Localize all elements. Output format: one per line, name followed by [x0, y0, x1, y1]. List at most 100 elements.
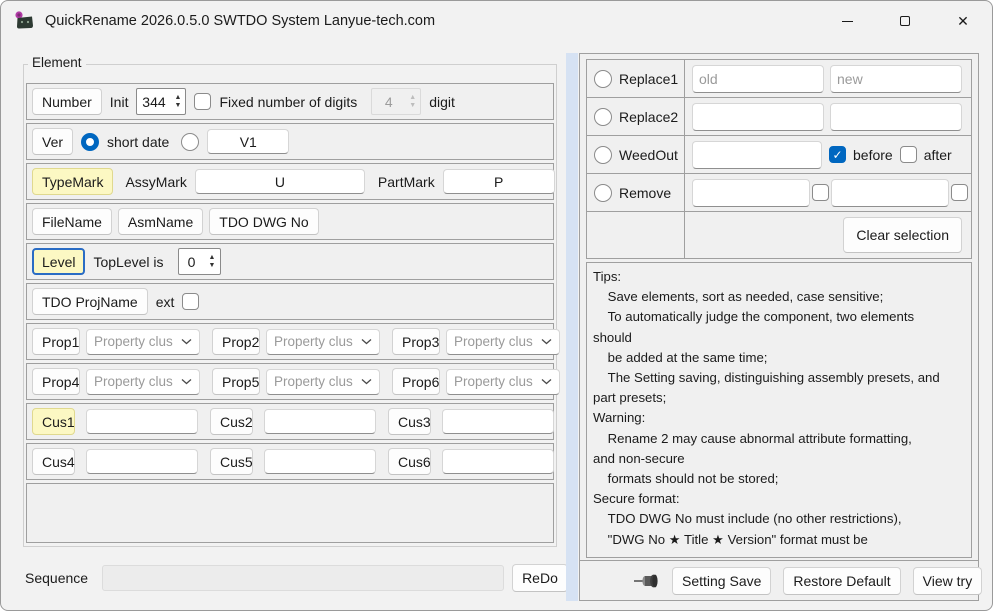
remove-cell: Remove — [587, 174, 685, 211]
number-button[interactable]: Number — [32, 88, 102, 115]
restore-default-button[interactable]: Restore Default — [783, 567, 900, 595]
spin-up-icon[interactable]: ▲ — [209, 254, 216, 261]
clear-cell-right: Clear selection — [685, 212, 971, 258]
prop-row-1: Prop1 Property clus Prop2 Property clus … — [26, 323, 554, 360]
cus6-input[interactable] — [442, 449, 554, 474]
cus5-button[interactable]: Cus5 — [210, 448, 253, 475]
init-value-input[interactable] — [137, 89, 170, 114]
pin-icon[interactable] — [634, 573, 660, 589]
cus-row-1: Cus1 Cus2 Cus3 — [26, 403, 554, 440]
minimize-icon — [842, 21, 853, 22]
chevron-down-icon — [181, 338, 192, 345]
remove-label: Remove — [619, 185, 671, 201]
level-button[interactable]: Level — [32, 248, 85, 275]
fixed-digits-label: Fixed number of digits — [219, 94, 357, 110]
replace1-old-input[interactable] — [692, 65, 824, 93]
remove-radio[interactable] — [594, 184, 612, 202]
tdo-dwg-no-button[interactable]: TDO DWG No — [209, 208, 318, 235]
name-row: FileName AsmName TDO DWG No — [26, 203, 554, 240]
prop2-button[interactable]: Prop2 — [212, 328, 260, 355]
prop6-button[interactable]: Prop6 — [392, 368, 440, 395]
right-panel: Replace1 Replace2 — [579, 53, 979, 601]
assymark-input[interactable] — [195, 169, 365, 194]
ext-checkbox[interactable] — [182, 293, 199, 310]
prop1-combobox[interactable]: Property clus — [86, 329, 200, 355]
setting-save-button[interactable]: Setting Save — [672, 567, 771, 595]
custom-version-radio[interactable] — [181, 133, 199, 151]
prop6-combobox[interactable]: Property clus — [446, 369, 560, 395]
replace2-radio[interactable] — [594, 108, 612, 126]
replace2-old-input[interactable] — [692, 103, 824, 131]
spin-down-icon[interactable]: ▼ — [175, 102, 182, 109]
tdo-projname-button[interactable]: TDO ProjName — [32, 288, 148, 315]
prop4-combobox[interactable]: Property clus — [86, 369, 200, 395]
replace1-row: Replace1 — [587, 60, 971, 98]
replace1-label: Replace1 — [619, 71, 678, 87]
short-date-radio[interactable] — [81, 133, 99, 151]
cus3-button[interactable]: Cus3 — [388, 408, 431, 435]
ver-button[interactable]: Ver — [32, 128, 73, 155]
close-button[interactable]: ✕ — [934, 1, 992, 41]
prop4-button[interactable]: Prop4 — [32, 368, 80, 395]
replace1-new-input[interactable] — [830, 65, 962, 93]
weedout-row: WeedOut ✓ before after — [587, 136, 971, 174]
version-input[interactable] — [207, 129, 289, 154]
weedout-cell: WeedOut — [587, 136, 685, 173]
weedout-inputs: ✓ before after — [685, 136, 971, 173]
cus4-button[interactable]: Cus4 — [32, 448, 75, 475]
replace1-inputs — [685, 60, 971, 97]
maximize-button[interactable] — [876, 1, 934, 41]
minimize-button[interactable] — [818, 1, 876, 41]
filename-button[interactable]: FileName — [32, 208, 112, 235]
replace1-radio[interactable] — [594, 70, 612, 88]
typemark-button[interactable]: TypeMark — [32, 168, 113, 195]
ext-label: ext — [156, 294, 175, 310]
prop3-button[interactable]: Prop3 — [392, 328, 440, 355]
weedout-radio[interactable] — [594, 146, 612, 164]
cus1-input[interactable] — [86, 409, 198, 434]
toplevel-spin-buttons: ▲ ▼ — [205, 249, 220, 274]
view-try-button[interactable]: View try — [913, 567, 983, 595]
cus1-button[interactable]: Cus1 — [32, 408, 75, 435]
remove-input-2[interactable] — [831, 179, 949, 207]
prop5-combobox-value: Property clus — [274, 374, 353, 389]
element-rows: Number Init ▲ ▼ Fixed number of digits ▲… — [26, 83, 554, 546]
sequence-input[interactable] — [102, 565, 504, 591]
prop2-combobox[interactable]: Property clus — [266, 329, 380, 355]
remove-input-1[interactable] — [692, 179, 810, 207]
cus4-input[interactable] — [86, 449, 198, 474]
cus2-button[interactable]: Cus2 — [210, 408, 253, 435]
digit-spin-buttons: ▲ ▼ — [405, 89, 420, 114]
right-footer: Setting Save Restore Default View try — [580, 560, 978, 600]
before-checkbox[interactable]: ✓ — [829, 146, 846, 163]
prop3-combobox[interactable]: Property clus — [446, 329, 560, 355]
cus3-input[interactable] — [442, 409, 554, 434]
prop1-button[interactable]: Prop1 — [32, 328, 80, 355]
chevron-down-icon — [361, 338, 372, 345]
toplevel-value-input[interactable] — [179, 249, 205, 274]
clear-selection-button[interactable]: Clear selection — [843, 217, 962, 253]
prop5-button[interactable]: Prop5 — [212, 368, 260, 395]
prop2-combobox-value: Property clus — [274, 334, 353, 349]
remove-checkbox-1[interactable] — [812, 184, 829, 201]
short-date-label: short date — [107, 134, 169, 150]
spin-up-icon[interactable]: ▲ — [175, 94, 182, 101]
proj-row: TDO ProjName ext — [26, 283, 554, 320]
replace2-new-input[interactable] — [830, 103, 962, 131]
remove-checkbox-2[interactable] — [951, 184, 968, 201]
partmark-input[interactable] — [443, 169, 555, 194]
after-checkbox[interactable] — [900, 146, 917, 163]
cus5-input[interactable] — [264, 449, 376, 474]
number-row: Number Init ▲ ▼ Fixed number of digits ▲… — [26, 83, 554, 120]
redo-button[interactable]: ReDo — [512, 564, 568, 592]
prop5-combobox[interactable]: Property clus — [266, 369, 380, 395]
cus2-input[interactable] — [264, 409, 376, 434]
asmname-button[interactable]: AsmName — [118, 208, 203, 235]
cus6-button[interactable]: Cus6 — [388, 448, 431, 475]
weedout-input[interactable] — [692, 141, 822, 169]
init-spin-buttons: ▲ ▼ — [170, 89, 185, 114]
splitter-handle[interactable] — [566, 53, 578, 601]
caption-buttons: ✕ — [818, 1, 992, 41]
fixed-digits-checkbox[interactable] — [194, 93, 211, 110]
spin-down-icon[interactable]: ▼ — [209, 262, 216, 269]
